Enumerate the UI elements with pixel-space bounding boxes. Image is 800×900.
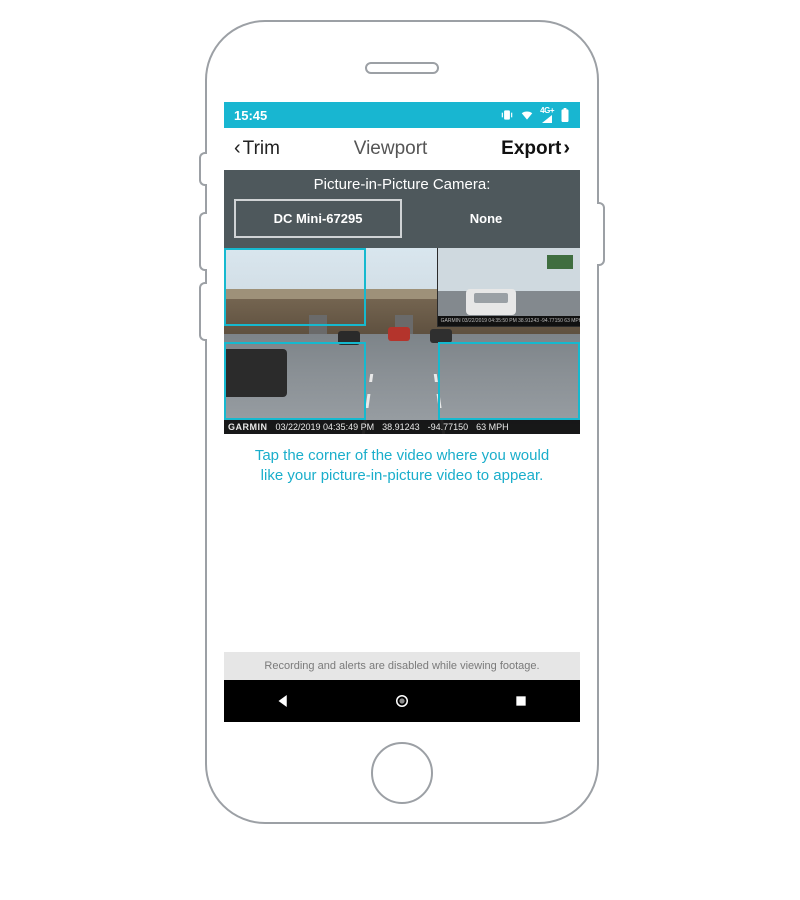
chevron-right-icon: › bbox=[563, 138, 570, 158]
phone-home-button bbox=[371, 742, 433, 804]
square-recents-icon bbox=[513, 693, 529, 709]
overlay-brand: GARMIN bbox=[228, 420, 268, 434]
pip-option-none[interactable]: None bbox=[402, 199, 570, 238]
cellular-icon: 4G+ bbox=[540, 107, 554, 123]
back-label: Trim bbox=[243, 138, 280, 160]
status-icons: 4G+ bbox=[500, 107, 570, 123]
circle-home-icon bbox=[393, 692, 411, 710]
corner-bottom-left[interactable] bbox=[224, 342, 366, 420]
phone-speaker bbox=[365, 62, 439, 74]
nav-recents-button[interactable] bbox=[491, 680, 551, 722]
network-label: 4G+ bbox=[540, 107, 554, 115]
phone-volume-down bbox=[199, 282, 207, 341]
video-preview: GARMIN 03/22/2019 04:35:50 PM 38.91243 -… bbox=[224, 248, 580, 434]
corner-top-left[interactable] bbox=[224, 248, 366, 326]
wifi-icon bbox=[520, 108, 534, 122]
status-time: 15:45 bbox=[234, 108, 267, 123]
forward-button[interactable]: Export › bbox=[501, 138, 570, 160]
nav-home-button[interactable] bbox=[372, 680, 432, 722]
corner-bottom-right[interactable] bbox=[438, 342, 580, 420]
pip-road-sign bbox=[546, 254, 574, 270]
pip-inset[interactable]: GARMIN 03/22/2019 04:35:50 PM 38.91243 -… bbox=[437, 248, 580, 327]
overlay-lat: 38.91243 bbox=[382, 420, 420, 434]
screen-title: Viewport bbox=[354, 138, 428, 160]
overlay-lon: -94.77150 bbox=[428, 420, 469, 434]
nav-back-button[interactable] bbox=[253, 680, 313, 722]
back-button[interactable]: ‹ Trim bbox=[234, 138, 280, 160]
pip-hint-text: Tap the corner of the video where you wo… bbox=[224, 434, 580, 487]
recording-disabled-notice: Recording and alerts are disabled while … bbox=[224, 652, 580, 680]
phone-side-button bbox=[199, 152, 207, 186]
video-vehicle bbox=[430, 329, 452, 343]
pip-camera-title: Picture-in-Picture Camera: bbox=[234, 176, 570, 193]
overlay-datetime: 03/22/2019 04:35:49 PM bbox=[276, 420, 375, 434]
vibrate-icon bbox=[500, 108, 514, 122]
status-bar: 15:45 4G+ bbox=[224, 102, 580, 128]
phone-power-button bbox=[597, 202, 605, 266]
video-vehicle bbox=[388, 327, 410, 341]
screen: 15:45 4G+ ‹ Trim bbox=[224, 102, 580, 722]
pip-overlay-strip: GARMIN 03/22/2019 04:35:50 PM 38.91243 -… bbox=[438, 316, 580, 326]
phone-volume-up bbox=[199, 212, 207, 271]
video-overlay-strip: GARMIN 03/22/2019 04:35:49 PM 38.91243 -… bbox=[224, 420, 580, 434]
android-nav-bar bbox=[224, 680, 580, 722]
overlay-speed: 63 MPH bbox=[476, 420, 509, 434]
app-header: ‹ Trim Viewport Export › bbox=[224, 128, 580, 170]
pip-option-selected[interactable]: DC Mini-67295 bbox=[234, 199, 402, 238]
forward-label: Export bbox=[501, 138, 561, 160]
phone-frame: 15:45 4G+ ‹ Trim bbox=[205, 20, 599, 824]
battery-icon bbox=[560, 108, 570, 122]
triangle-back-icon bbox=[274, 692, 292, 710]
chevron-left-icon: ‹ bbox=[234, 138, 241, 158]
pip-camera-section: Picture-in-Picture Camera: DC Mini-67295… bbox=[224, 170, 580, 248]
pip-camera-options: DC Mini-67295 None bbox=[234, 199, 570, 238]
pip-vehicle bbox=[466, 289, 516, 315]
